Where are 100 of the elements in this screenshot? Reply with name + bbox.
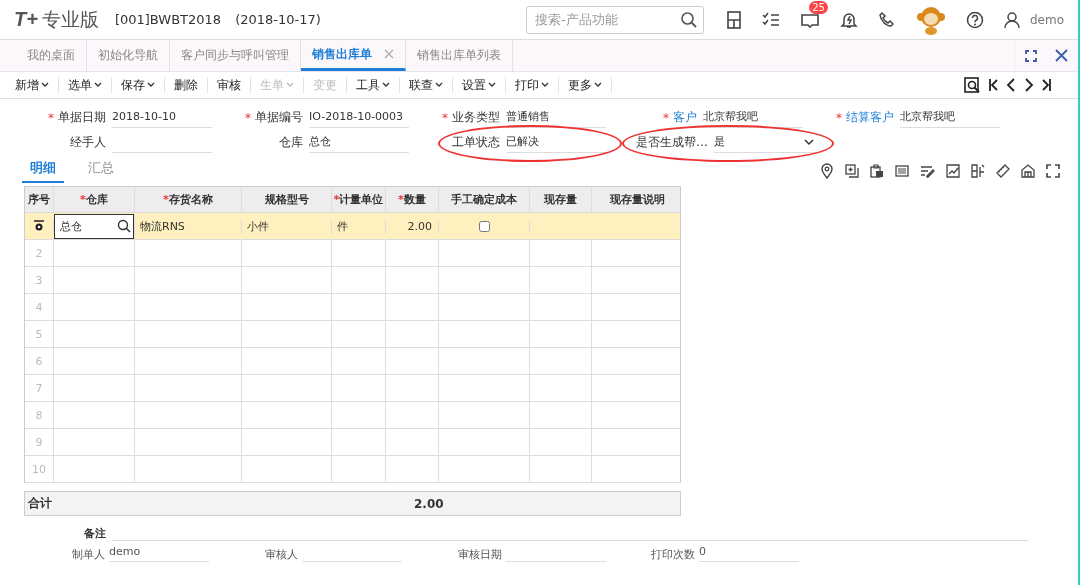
column-header: 现存量 xyxy=(544,192,577,207)
page-tab[interactable]: 销售出库单列表 xyxy=(406,40,513,71)
footer-label: 审核人 xyxy=(265,547,298,562)
required-mark: * xyxy=(333,193,340,206)
caret-icon[interactable] xyxy=(41,82,49,88)
input-field[interactable]: 普通销售 xyxy=(506,107,606,128)
table-cell: 2.00 xyxy=(407,219,432,233)
fullscreen-icon[interactable] xyxy=(1046,164,1060,178)
table-row[interactable]: 总仓 物流RNS 小件 件 2.00 xyxy=(25,213,680,240)
previous-icon[interactable] xyxy=(1006,77,1016,93)
table-cell: 件 xyxy=(337,218,348,234)
required-mark: * xyxy=(663,110,669,125)
next-icon[interactable] xyxy=(1024,77,1034,93)
required-mark: * xyxy=(163,193,169,206)
toolbar-button[interactable]: 工具 xyxy=(347,77,400,93)
toolbar-button[interactable]: 删除 xyxy=(165,77,208,93)
chevron-icon[interactable] xyxy=(804,138,814,146)
footer-label: 打印次数 xyxy=(651,547,695,562)
input-field[interactable]: IO-2018-10-0003 xyxy=(309,107,409,128)
caret-icon[interactable] xyxy=(147,82,155,88)
warehouse-icon[interactable] xyxy=(1021,164,1035,178)
footer-field: demo xyxy=(109,545,209,562)
row-number: 3 xyxy=(35,273,43,287)
toolbar-button[interactable]: 设置 xyxy=(453,77,506,93)
column-header: 现存量说明 xyxy=(609,192,665,207)
total-label: 合计 xyxy=(27,495,53,512)
footer-label: 审核日期 xyxy=(458,547,502,562)
field-label: 业务类型 xyxy=(452,109,500,126)
column-header: 序号 xyxy=(28,192,50,207)
field-label: 经手人 xyxy=(70,134,106,151)
field-label: 是否生成帮… xyxy=(636,134,708,151)
page-tab[interactable]: 销售出库单 xyxy=(301,40,406,71)
input-field[interactable]: 总仓 xyxy=(309,132,409,153)
caret-icon[interactable] xyxy=(435,82,443,88)
ruler-icon[interactable] xyxy=(996,164,1010,178)
checkbox[interactable] xyxy=(478,220,490,232)
row-number: 9 xyxy=(35,435,43,449)
location-icon[interactable] xyxy=(820,163,834,179)
caret-icon[interactable] xyxy=(594,82,602,88)
search-icon[interactable] xyxy=(117,219,131,233)
page-tab[interactable]: 我的桌面 xyxy=(16,40,87,71)
toolbar-button[interactable]: 审核 xyxy=(208,77,251,93)
search-field[interactable]: 搜索-产品功能 xyxy=(525,5,704,34)
notification-badge: 25 xyxy=(809,0,828,14)
toolbar-button[interactable]: 选单 xyxy=(59,77,112,93)
row-number: 4 xyxy=(35,300,43,314)
help-icon[interactable] xyxy=(965,10,984,29)
chart-icon[interactable] xyxy=(946,164,960,178)
page-tab[interactable]: 初始化导航 xyxy=(87,40,170,71)
toolbar-button[interactable]: 打印 xyxy=(506,77,559,93)
first-icon[interactable] xyxy=(988,77,998,93)
fullscreen-icon[interactable] xyxy=(1025,49,1037,62)
page-tab[interactable]: 客户同步与呼叫管理 xyxy=(170,40,301,71)
row-number: 8 xyxy=(35,408,43,422)
toolbar-button[interactable]: 更多 xyxy=(559,77,612,93)
row-number: 6 xyxy=(35,354,43,368)
row-number: 2 xyxy=(35,246,43,260)
input-field[interactable]: 2018-10-10 xyxy=(112,107,212,128)
add-row-icon[interactable] xyxy=(845,164,859,178)
caret-icon[interactable] xyxy=(382,82,390,88)
input-field[interactable]: 北京帮我吧 xyxy=(703,107,803,128)
required-mark: * xyxy=(245,110,251,125)
caret-icon[interactable] xyxy=(541,82,549,88)
field-label: 单据日期 xyxy=(58,109,106,126)
required-mark: * xyxy=(442,110,448,125)
caret-icon[interactable] xyxy=(488,82,496,88)
toolbar-button[interactable]: 联查 xyxy=(400,77,453,93)
bell-icon[interactable] xyxy=(839,10,858,29)
toolbar-button[interactable]: 新增 xyxy=(6,77,59,93)
detail-tab[interactable]: 明细 xyxy=(22,156,64,183)
field-label: 客户 xyxy=(673,109,697,126)
warehouse-field[interactable]: 总仓 xyxy=(54,213,134,239)
current-row-icon[interactable] xyxy=(33,220,45,232)
required-mark: * xyxy=(80,193,86,206)
table-cell: 小件 xyxy=(247,218,269,234)
user-icon[interactable] xyxy=(1003,10,1020,29)
column-header: 仓库 xyxy=(85,192,108,207)
phone-icon[interactable] xyxy=(877,10,896,29)
logo-mark: T+ xyxy=(14,8,38,31)
search-icon[interactable] xyxy=(679,10,698,29)
user-name[interactable]: demo xyxy=(1029,12,1064,27)
input-field[interactable]: 已解决 xyxy=(506,132,606,153)
checklist-icon[interactable] xyxy=(761,11,780,28)
select-field[interactable]: 是 xyxy=(714,132,818,153)
paste-icon[interactable] xyxy=(870,164,884,178)
detail-tab[interactable]: 汇总 xyxy=(80,156,122,183)
search-document-icon[interactable] xyxy=(964,77,980,93)
input-field[interactable]: 北京帮我吧 xyxy=(900,107,1000,128)
avatar-icon[interactable] xyxy=(915,4,946,35)
footer-label: 制单人 xyxy=(72,547,105,562)
account-name: [001]BWBT2018 xyxy=(114,12,222,27)
close-icon[interactable] xyxy=(1055,49,1068,62)
columns-icon[interactable] xyxy=(971,164,985,178)
last-icon[interactable] xyxy=(1042,77,1052,93)
edit-lines-icon[interactable] xyxy=(920,164,935,178)
column-header: 存货名称 xyxy=(168,192,213,207)
caret-icon[interactable] xyxy=(94,82,102,88)
calculator-icon[interactable] xyxy=(725,10,742,29)
toolbar-button[interactable]: 保存 xyxy=(112,77,165,93)
field-label: 结算客户 xyxy=(846,109,894,126)
